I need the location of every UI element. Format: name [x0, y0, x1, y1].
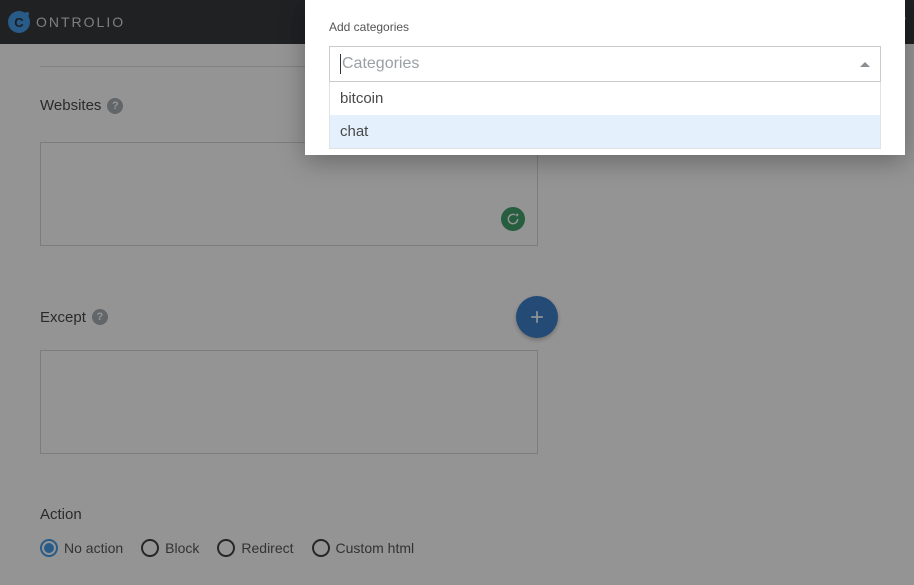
- chevron-up-icon[interactable]: [860, 62, 870, 67]
- text-cursor: [340, 54, 341, 74]
- dropdown-option-bitcoin[interactable]: bitcoin: [330, 82, 880, 115]
- modal-title: Add categories: [329, 20, 881, 34]
- add-categories-modal: Add categories Categories bitcoin chat: [305, 0, 905, 155]
- combobox-placeholder: Categories: [342, 55, 419, 73]
- categories-combobox[interactable]: Categories: [329, 46, 881, 82]
- categories-dropdown: bitcoin chat: [329, 82, 881, 149]
- dropdown-option-chat[interactable]: chat: [330, 115, 880, 148]
